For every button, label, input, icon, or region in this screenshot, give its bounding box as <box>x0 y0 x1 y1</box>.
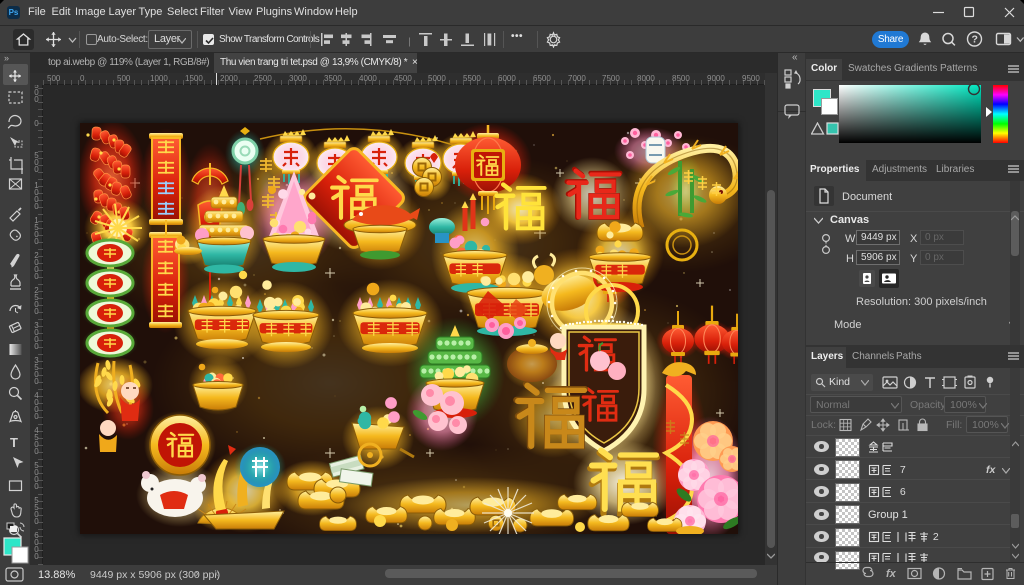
svg-text:T: T <box>10 435 18 450</box>
svg-text:»: » <box>4 53 9 63</box>
svg-text:fx: fx <box>886 568 897 580</box>
svg-text:?: ? <box>971 34 977 46</box>
